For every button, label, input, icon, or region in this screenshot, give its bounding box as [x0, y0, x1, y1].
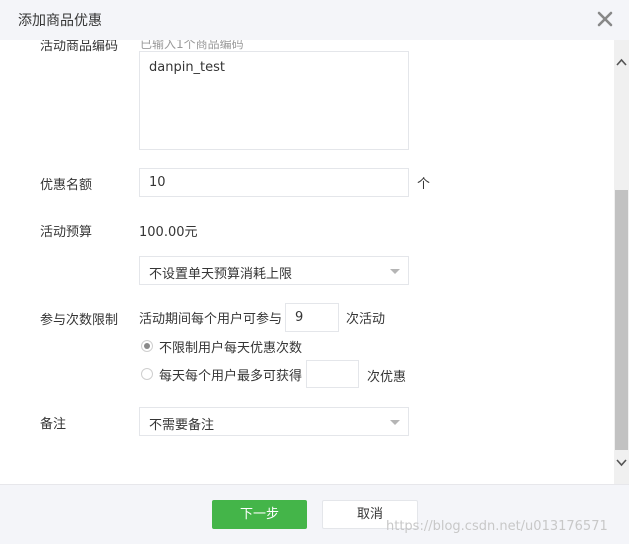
- quota-input[interactable]: [139, 168, 409, 197]
- dialog-body: 活动商品编码 已输入1个商品编码 danpin_test 优惠名额 个 活动预算…: [0, 40, 614, 484]
- watermark: https://blog.csdn.net/u013176571: [386, 519, 608, 534]
- budget-value: 100.00元: [139, 225, 198, 240]
- limit-count-input[interactable]: [285, 303, 339, 332]
- product-code-textarea[interactable]: danpin_test: [139, 51, 409, 150]
- radio-daily-limit[interactable]: 每天每个用户最多可获得: [139, 364, 309, 384]
- limit-label: 参与次数限制: [40, 313, 119, 328]
- budget-label: 活动预算: [40, 225, 93, 240]
- remark-label: 备注: [40, 417, 67, 432]
- quota-label: 优惠名额: [40, 178, 93, 193]
- next-button[interactable]: 下一步: [212, 500, 307, 529]
- radio-unlimited-label: 不限制用户每天优惠次数: [159, 341, 303, 356]
- scroll-down-icon[interactable]: [614, 454, 629, 471]
- radio-unlimited-daily[interactable]: 不限制用户每天优惠次数: [139, 336, 319, 356]
- daily-limit-suffix: 次优惠: [367, 370, 407, 385]
- scroll-up-icon[interactable]: [614, 53, 629, 70]
- dialog-footer: 下一步 取消 https://blog.csdn.net/u013176571: [0, 484, 629, 544]
- chevron-down-icon: [390, 420, 400, 425]
- vertical-scrollbar[interactable]: [614, 40, 629, 484]
- radio-checked-icon: [141, 340, 153, 352]
- limit-prefix: 活动期间每个用户可参与: [139, 312, 283, 327]
- daily-limit-input[interactable]: [306, 360, 359, 388]
- daily-budget-select[interactable]: 不设置单天预算消耗上限: [139, 256, 409, 285]
- remark-select-value: 不需要备注: [149, 418, 215, 433]
- dialog-header: 添加商品优惠: [0, 0, 629, 40]
- limit-suffix: 次活动: [346, 312, 386, 327]
- daily-budget-select-value: 不设置单天预算消耗上限: [149, 267, 293, 282]
- radio-unchecked-icon: [141, 368, 153, 380]
- product-code-label: 活动商品编码: [40, 40, 119, 54]
- radio-daily-limit-label: 每天每个用户最多可获得: [159, 369, 303, 384]
- quota-unit: 个: [417, 177, 431, 192]
- scrollbar-thumb[interactable]: [615, 190, 628, 450]
- remark-select[interactable]: 不需要备注: [139, 407, 409, 436]
- dialog-title: 添加商品优惠: [18, 13, 102, 29]
- close-icon[interactable]: [594, 8, 616, 30]
- chevron-down-icon: [390, 269, 400, 274]
